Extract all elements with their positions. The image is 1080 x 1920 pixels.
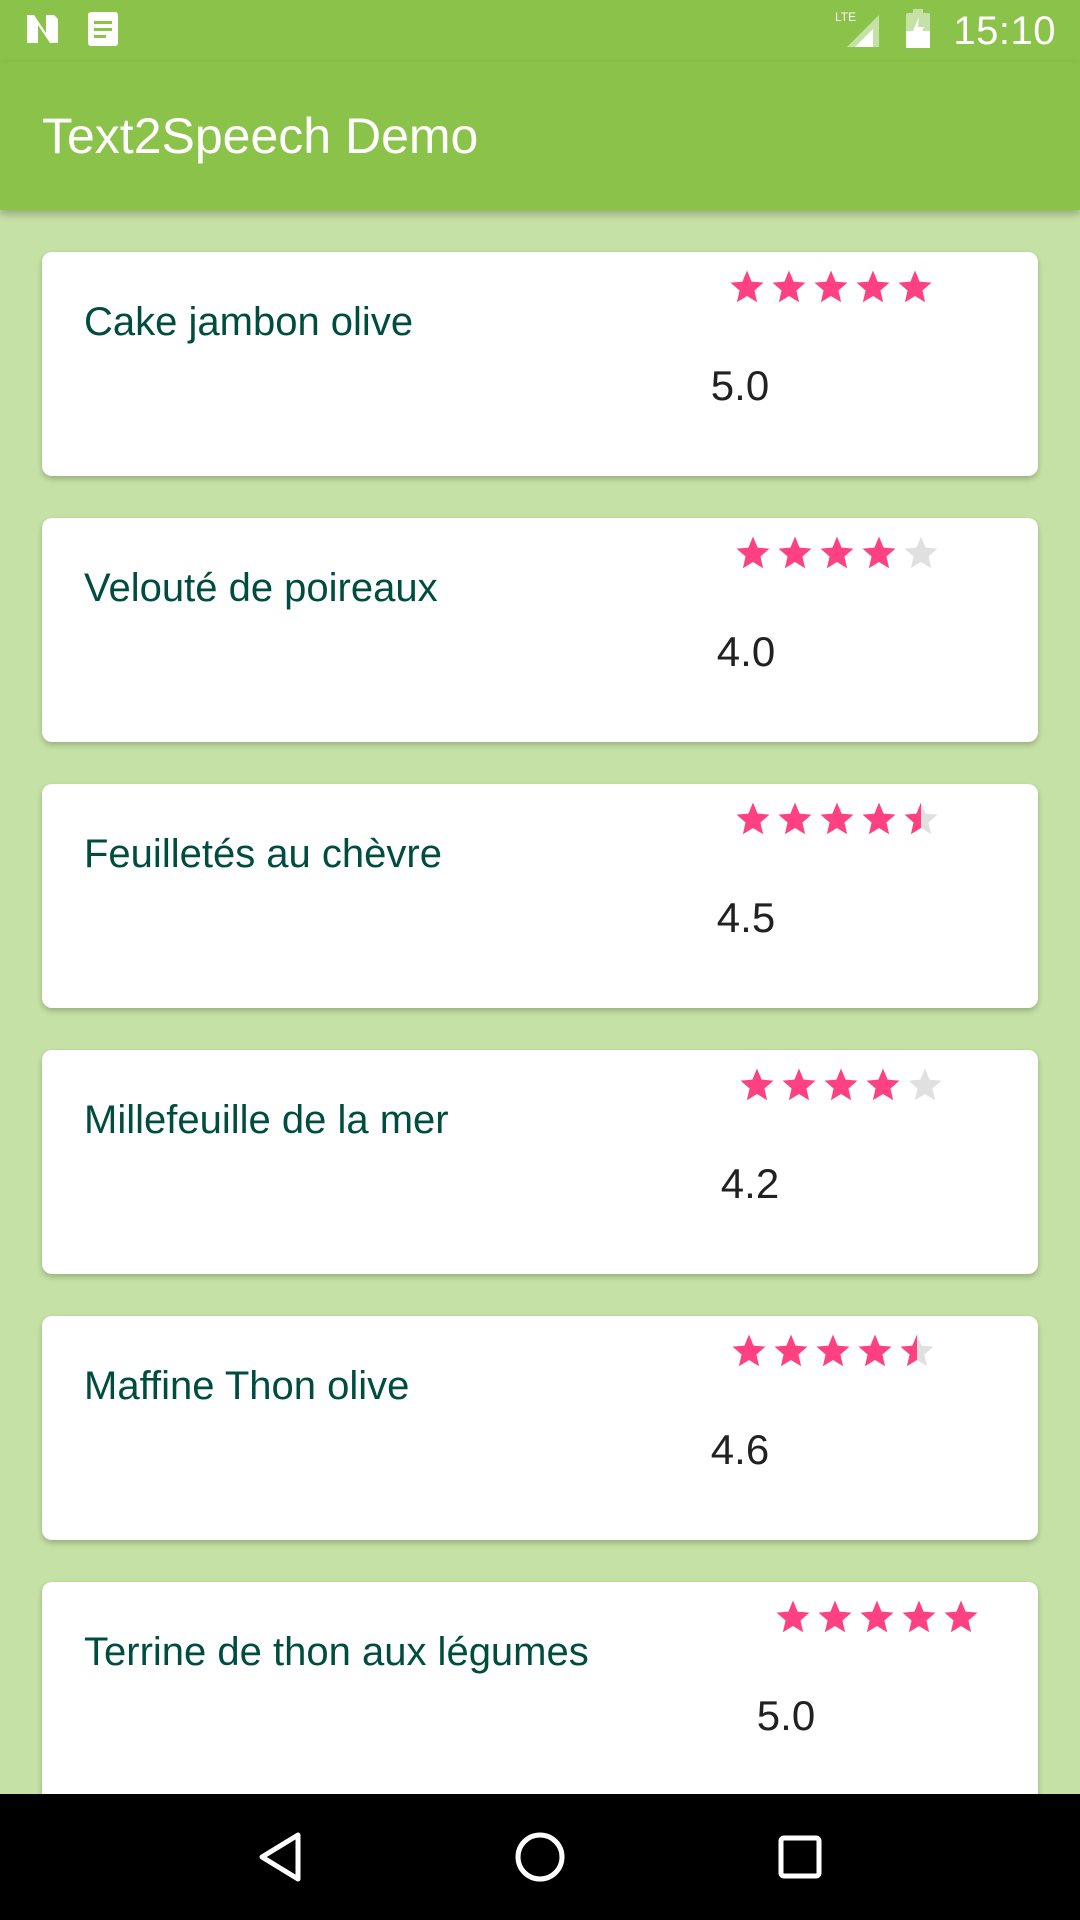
- list-item[interactable]: Maffine Thon olive 4.6: [42, 1316, 1038, 1540]
- star-filled-icon[interactable]: [860, 534, 898, 572]
- rating-bar[interactable]: [734, 534, 940, 580]
- star-filled-icon[interactable]: [900, 1598, 938, 1636]
- list-item[interactable]: Terrine de thon aux légumes 5.0: [42, 1582, 1038, 1794]
- app-bar: Text2Speech Demo: [0, 62, 1080, 210]
- item-name: Maffine Thon olive: [84, 1364, 410, 1408]
- star-half-icon[interactable]: [902, 800, 940, 838]
- star-filled-icon[interactable]: [776, 800, 814, 838]
- rating-bar[interactable]: [730, 1332, 936, 1378]
- navigation-bar: [0, 1794, 1080, 1920]
- star-filled-icon[interactable]: [858, 1598, 896, 1636]
- item-name: Terrine de thon aux légumes: [84, 1630, 589, 1674]
- star-filled-icon[interactable]: [864, 1066, 902, 1104]
- star-filled-icon[interactable]: [770, 268, 808, 306]
- item-rating: 5.0: [756, 1692, 816, 1739]
- star-filled-icon[interactable]: [854, 268, 892, 306]
- star-filled-icon[interactable]: [942, 1598, 980, 1636]
- recents-button[interactable]: [760, 1817, 840, 1897]
- note-notification-icon: [86, 10, 120, 53]
- star-filled-icon[interactable]: [774, 1598, 812, 1636]
- status-bar: LTE 15:10: [0, 0, 1080, 62]
- rating-bar[interactable]: [738, 1066, 944, 1112]
- star-filled-icon[interactable]: [728, 268, 766, 306]
- star-half-icon[interactable]: [898, 1332, 936, 1370]
- star-filled-icon[interactable]: [814, 1332, 852, 1370]
- app-title: Text2Speech Demo: [42, 108, 479, 164]
- star-filled-icon[interactable]: [734, 800, 772, 838]
- rating-bar[interactable]: [728, 268, 934, 314]
- battery-charging-icon: [905, 8, 931, 54]
- item-name: Millefeuille de la mer: [84, 1098, 449, 1142]
- star-filled-icon[interactable]: [816, 1598, 854, 1636]
- item-rating: 4.5: [716, 894, 776, 941]
- star-filled-icon[interactable]: [812, 268, 850, 306]
- rating-bar[interactable]: [734, 800, 940, 846]
- item-rating: 4.2: [720, 1160, 780, 1207]
- back-button[interactable]: [240, 1817, 320, 1897]
- star-filled-icon[interactable]: [772, 1332, 810, 1370]
- status-time: 15:10: [953, 8, 1056, 53]
- n-notification-icon: [24, 11, 60, 52]
- star-filled-icon[interactable]: [818, 800, 856, 838]
- item-name: Velouté de poireaux: [84, 566, 438, 610]
- svg-text:LTE: LTE: [835, 10, 856, 24]
- star-filled-icon[interactable]: [738, 1066, 776, 1104]
- star-filled-icon[interactable]: [730, 1332, 768, 1370]
- star-filled-icon[interactable]: [896, 268, 934, 306]
- star-filled-icon[interactable]: [856, 1332, 894, 1370]
- star-empty-icon[interactable]: [902, 534, 940, 572]
- recents-icon: [778, 1835, 822, 1879]
- item-rating: 4.6: [710, 1426, 770, 1473]
- star-empty-icon[interactable]: [906, 1066, 944, 1104]
- star-filled-icon[interactable]: [734, 534, 772, 572]
- home-button[interactable]: [500, 1817, 580, 1897]
- rating-bar[interactable]: [774, 1598, 980, 1644]
- item-rating: 4.0: [716, 628, 776, 675]
- item-name: Cake jambon olive: [84, 300, 414, 344]
- list-item[interactable]: Cake jambon olive 5.0: [42, 252, 1038, 476]
- recipe-list[interactable]: Cake jambon olive 5.0 Velouté de poireau…: [0, 210, 1080, 1794]
- home-icon: [515, 1832, 565, 1882]
- star-filled-icon[interactable]: [780, 1066, 818, 1104]
- star-filled-icon[interactable]: [818, 534, 856, 572]
- item-name: Feuilletés au chèvre: [84, 832, 442, 876]
- star-filled-icon[interactable]: [822, 1066, 860, 1104]
- list-item[interactable]: Millefeuille de la mer 4.2: [42, 1050, 1038, 1274]
- lte-signal-icon: LTE: [835, 9, 883, 54]
- star-filled-icon[interactable]: [776, 534, 814, 572]
- list-item[interactable]: Velouté de poireaux 4.0: [42, 518, 1038, 742]
- list-item[interactable]: Feuilletés au chèvre 4.5: [42, 784, 1038, 1008]
- back-icon: [259, 1832, 301, 1882]
- item-rating: 5.0: [710, 362, 770, 409]
- star-filled-icon[interactable]: [860, 800, 898, 838]
